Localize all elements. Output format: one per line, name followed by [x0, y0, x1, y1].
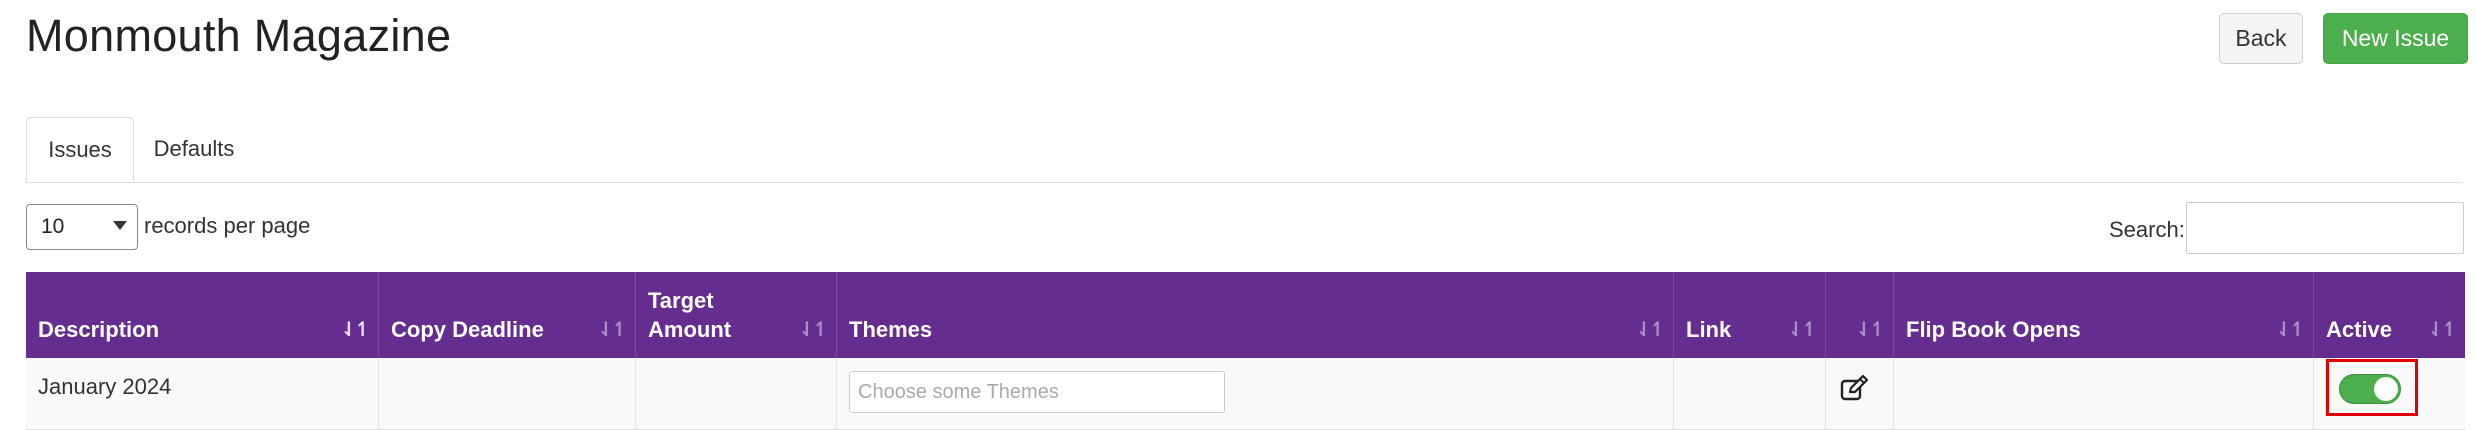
page-length-select[interactable]: 10: [26, 204, 138, 250]
sort-icon: ⇃↿: [597, 319, 627, 341]
sort-icon: ⇃↿: [1855, 319, 1885, 341]
column-header-target-amount[interactable]: Target Amount ⇃↿: [635, 272, 836, 358]
new-issue-button[interactable]: New Issue: [2323, 13, 2468, 64]
tab-issues[interactable]: Issues: [26, 117, 134, 182]
cell-themes: Choose some Themes: [836, 358, 1673, 429]
page-length-label: records per page: [144, 213, 311, 238]
search-label: Search:: [2109, 217, 2185, 242]
edit-icon[interactable]: [1839, 374, 1869, 404]
sort-desc-icon: ⇃↿: [340, 319, 370, 341]
sort-icon: ⇃↿: [798, 319, 828, 341]
tab-defaults[interactable]: Defaults: [134, 117, 254, 182]
sort-icon: ⇃↿: [1635, 319, 1665, 341]
column-header-actions[interactable]: ⇃↿: [1825, 272, 1893, 358]
toggle-knob: [2374, 377, 2398, 401]
cell-target-amount: [635, 358, 836, 429]
column-header-copy-deadline[interactable]: Copy Deadline ⇃↿: [378, 272, 635, 358]
sort-icon: ⇃↿: [2427, 319, 2457, 341]
highlight-box: [2326, 359, 2418, 416]
column-header-themes[interactable]: Themes ⇃↿: [836, 272, 1673, 358]
column-header-active[interactable]: Active ⇃↿: [2313, 272, 2465, 358]
column-header-link[interactable]: Link ⇃↿: [1673, 272, 1825, 358]
active-toggle[interactable]: [2339, 374, 2401, 404]
cell-copy-deadline: [378, 358, 635, 429]
page: Monmouth Magazine Back New Issue Issues …: [0, 0, 2476, 430]
sort-icon: ⇃↿: [1787, 319, 1817, 341]
page-length-value: 10: [41, 215, 65, 238]
back-button[interactable]: Back: [2219, 13, 2303, 64]
cell-link: [1673, 358, 1825, 429]
page-title: Monmouth Magazine: [26, 10, 452, 61]
sort-icon: ⇃↿: [2275, 319, 2305, 341]
column-header-flip-book-opens[interactable]: Flip Book Opens ⇃↿: [1893, 272, 2313, 358]
table-header: Description ⇃↿ Copy Deadline ⇃↿ Target A…: [26, 272, 2465, 358]
table-row: January 2024 Choose some Themes: [26, 358, 2465, 430]
cell-actions: [1825, 358, 1893, 429]
cell-flip-book-opens: [1893, 358, 2313, 429]
cell-description: January 2024: [38, 374, 172, 399]
chevron-down-icon: [113, 221, 127, 230]
cell-active: [2313, 358, 2465, 429]
search-input[interactable]: [2186, 202, 2464, 254]
themes-input[interactable]: Choose some Themes: [849, 371, 1225, 413]
column-header-description[interactable]: Description ⇃↿: [26, 272, 378, 358]
tab-bar: Issues Defaults: [26, 117, 2462, 183]
